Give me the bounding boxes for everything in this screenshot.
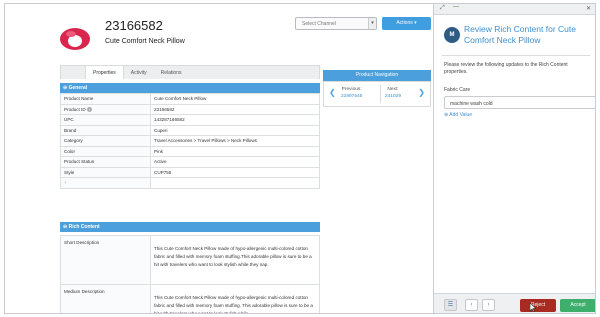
attr-label: Short Description: [60, 235, 151, 285]
select-channel-dropdown[interactable]: Select Channel ▾: [295, 17, 377, 30]
table-row: Category Travel Accessories > Travel Pil…: [60, 135, 320, 147]
tab-bar: Properties Activity Relations: [60, 65, 320, 79]
attr-value[interactable]: Cuperi: [150, 124, 320, 136]
rich-content-section-header[interactable]: ⊖ Rich Content: [60, 222, 320, 232]
previous-product-id[interactable]: 22897545: [341, 93, 362, 100]
next-product-link[interactable]: Next: 241029: [385, 86, 401, 100]
fabric-care-field[interactable]: machine wash cold: [444, 96, 595, 109]
table-row: Product Name Cute Comfort Neck Pillow: [60, 93, 320, 105]
tab-relations[interactable]: Relations: [154, 66, 189, 79]
table-row: UPC 143287166582: [60, 114, 320, 126]
table-row: Product Status Active: [60, 156, 320, 168]
product-navigation-box: ❮ Previous: 22897545 Next: 241029 ❯: [323, 81, 431, 107]
list-view-icon[interactable]: ☰: [444, 299, 457, 311]
attr-label: Product Status: [60, 156, 151, 168]
attr-label: Product ID i: [60, 103, 151, 115]
attr-label: Category: [60, 135, 151, 147]
chevron-left-icon[interactable]: ‹: [465, 299, 478, 311]
attr-label-text: Product ID: [64, 106, 86, 112]
app-window: 23166582 Cute Comfort Neck Pillow Select…: [4, 3, 596, 314]
attr-label: Product Name: [60, 93, 151, 105]
table-row: Short Description This Cute Comfort Neck…: [60, 235, 320, 285]
attr-value-empty: [150, 177, 320, 189]
panel-footer: ☰ ‹ › Reject Accept: [434, 293, 595, 313]
table-row: Medium Description This Cute Comfort Nec…: [60, 284, 320, 313]
tab-properties[interactable]: Properties: [85, 66, 124, 79]
avatar: M: [444, 27, 460, 43]
accept-button[interactable]: Accept: [560, 299, 595, 312]
table-row: Color Pink: [60, 145, 320, 157]
expand-icon[interactable]: ⤢: [440, 5, 445, 12]
attr-value[interactable]: Active: [150, 156, 320, 168]
attr-value[interactable]: 143287166582: [150, 114, 320, 126]
attr-label: UPC: [60, 114, 151, 126]
chevron-left-icon[interactable]: ❮: [329, 88, 336, 97]
product-navigation-header: Product Navigation: [323, 70, 431, 81]
fabric-care-label: Fabric Care: [444, 87, 471, 93]
close-icon[interactable]: ✕: [586, 5, 591, 12]
reject-button[interactable]: Reject: [520, 299, 556, 312]
neck-pillow-image: [60, 28, 90, 50]
divider: [380, 85, 381, 103]
attr-value[interactable]: Travel Accessories > Travel Pillows > Ne…: [150, 135, 320, 147]
attr-label: Color: [60, 145, 151, 157]
general-attributes-table: Product Name Cute Comfort Neck Pillow Pr…: [60, 93, 320, 189]
mouse-cursor-icon: [530, 303, 536, 312]
product-id-title: 23166582: [105, 18, 163, 33]
table-row: Style CUP755: [60, 166, 320, 178]
product-name-subtitle: Cute Comfort Neck Pillow: [105, 38, 185, 45]
attr-value[interactable]: 23166582: [150, 103, 320, 115]
minimize-icon[interactable]: —: [453, 4, 459, 10]
chevron-right-icon[interactable]: ›: [482, 299, 495, 311]
divider: [442, 55, 590, 56]
panel-toolbar: ⤢ — ✕: [434, 4, 595, 15]
chevron-right-icon[interactable]: ❯: [418, 88, 425, 97]
attr-value[interactable]: This Cute Comfort Neck Pillow made of hy…: [150, 284, 320, 313]
rich-content-table: Short Description This Cute Comfort Neck…: [60, 235, 320, 313]
previous-product-link[interactable]: Previous: 22897545: [341, 86, 362, 100]
attr-label: Brand: [60, 124, 151, 136]
attr-value[interactable]: This Cute Comfort Neck Pillow made of hy…: [150, 235, 320, 285]
next-label: Next:: [387, 87, 399, 92]
table-row: Brand Cuperi: [60, 124, 320, 136]
general-section-header[interactable]: ⊖ General: [60, 83, 320, 93]
tab-activity[interactable]: Activity: [124, 66, 154, 79]
next-product-id[interactable]: 241029: [385, 93, 401, 100]
attr-value[interactable]: Pink: [150, 145, 320, 157]
add-attribute-button[interactable]: +: [60, 177, 151, 189]
review-title: Review Rich Content for Cute Comfort Nec…: [464, 24, 576, 45]
attr-label: Medium Description: [60, 284, 151, 313]
select-channel-placeholder: Select Channel: [302, 21, 336, 27]
chevron-down-icon: ▾: [368, 18, 376, 29]
attr-value[interactable]: CUP755: [150, 166, 320, 178]
add-value-link[interactable]: ⊕ Add Value: [444, 112, 472, 118]
add-attribute-row: +: [60, 177, 320, 189]
review-instructions: Please review the following updates to t…: [444, 62, 568, 75]
info-icon[interactable]: i: [86, 106, 92, 112]
review-panel: ⤢ — ✕ M Review Rich Content for Cute Com…: [433, 4, 595, 313]
actions-button[interactable]: Actions ▾: [382, 17, 431, 30]
table-row: Product ID i 23166582: [60, 103, 320, 115]
product-detail-area: 23166582 Cute Comfort Neck Pillow Select…: [5, 4, 431, 313]
attr-label: Style: [60, 166, 151, 178]
attr-value[interactable]: Cute Comfort Neck Pillow: [150, 93, 320, 105]
previous-label: Previous:: [341, 87, 362, 92]
